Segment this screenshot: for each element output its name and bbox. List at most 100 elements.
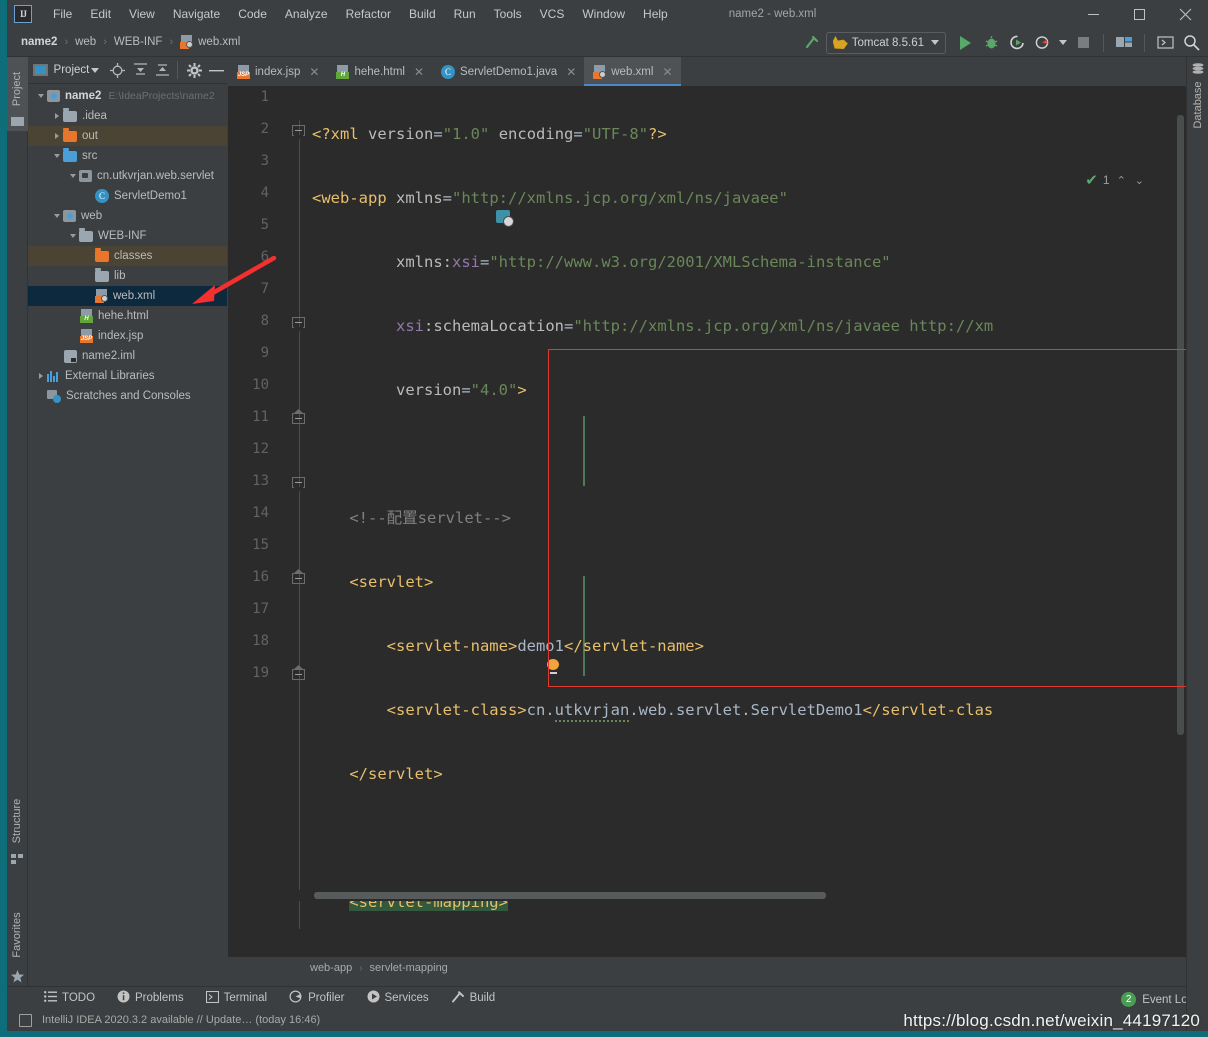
menu-item-refactor[interactable]: Refactor — [337, 3, 400, 25]
minimize-button[interactable] — [1070, 0, 1116, 28]
settings-gear-icon[interactable] — [184, 59, 205, 81]
tree-label: cn.utkvrjan.web.servlet — [97, 170, 214, 182]
run-with-coverage-icon[interactable] — [1004, 31, 1030, 55]
chevron-down-icon[interactable] — [91, 68, 99, 73]
chevron-down-icon[interactable]: ⌄ — [1133, 174, 1146, 187]
expand-all-icon[interactable] — [130, 59, 151, 81]
menu-item-run[interactable]: Run — [445, 3, 485, 25]
tool-button-build[interactable]: Build — [440, 987, 507, 1010]
chevron-down-icon[interactable] — [34, 90, 47, 103]
tree-item-name2iml[interactable]: name2.iml — [28, 346, 227, 366]
tree-item-external-libraries[interactable]: External Libraries — [28, 366, 227, 386]
intention-bulb-icon[interactable] — [546, 659, 560, 674]
collapse-all-icon[interactable] — [152, 59, 173, 81]
rail-button-database[interactable]: Database — [1187, 57, 1208, 157]
tool-button-services[interactable]: Services — [356, 987, 440, 1010]
close-icon[interactable]: ✕ — [662, 65, 672, 79]
vertical-scrollbar[interactable] — [1175, 115, 1186, 879]
terminal-icon[interactable] — [1152, 31, 1178, 55]
tree-item-web[interactable]: web — [28, 206, 227, 226]
tree-item-webinf[interactable]: WEB-INF — [28, 226, 227, 246]
chevron-down-icon[interactable] — [50, 150, 63, 163]
search-everywhere-icon[interactable] — [1178, 31, 1204, 55]
rail-button-structure[interactable]: Structure — [7, 785, 28, 871]
folder-icon — [79, 231, 93, 242]
menu-item-analyze[interactable]: Analyze — [276, 3, 337, 25]
editor-breadcrumb-webapp[interactable]: web-app — [310, 962, 352, 974]
menu-item-edit[interactable]: Edit — [81, 3, 120, 25]
web-module-icon — [63, 210, 76, 222]
horizontal-scrollbar[interactable] — [228, 890, 1175, 901]
code-text[interactable]: <?xml version="1.0" encoding="UTF-8"?> <… — [312, 86, 1186, 929]
fold-toggle-webapp[interactable] — [292, 125, 305, 138]
tree-item-servletdemo1[interactable]: C ServletDemo1 — [28, 186, 227, 206]
editor-breadcrumb-servlet-mapping[interactable]: servlet-mapping — [370, 962, 448, 974]
close-button[interactable] — [1162, 0, 1208, 28]
menu-item-window[interactable]: Window — [573, 3, 634, 25]
rail-button-project[interactable]: Project — [7, 57, 28, 131]
tree-item-scratches[interactable]: Scratches and Consoles — [28, 386, 227, 406]
event-log-widget[interactable]: 2 Event Log — [1121, 992, 1194, 1007]
memory-indicator-icon[interactable] — [19, 1014, 32, 1027]
tab-hehe-html[interactable]: H hehe.html ✕ — [327, 57, 432, 86]
menu-item-code[interactable]: Code — [229, 3, 276, 25]
breadcrumb-item-webinf[interactable]: WEB-INF — [114, 36, 163, 48]
menu-item-vcs[interactable]: VCS — [531, 3, 574, 25]
chevron-down-icon[interactable] — [50, 210, 63, 223]
chevron-right-icon[interactable] — [50, 110, 63, 123]
tab-web-xml[interactable]: web.xml ✕ — [584, 57, 680, 86]
tree-item-name2[interactable]: name2 E:\IdeaProjects\name2 — [28, 86, 227, 106]
close-icon[interactable]: ✕ — [309, 65, 319, 79]
project-view-icon[interactable] — [30, 59, 51, 81]
tree-item-src[interactable]: src — [28, 146, 227, 166]
run-icon[interactable] — [952, 31, 978, 55]
tree-item-package[interactable]: cn.utkvrjan.web.servlet — [28, 166, 227, 186]
breadcrumb-item-webxml[interactable]: web.xml — [198, 36, 240, 48]
menu-item-help[interactable]: Help — [634, 3, 677, 25]
chevron-right-icon[interactable] — [50, 130, 63, 143]
project-structure-icon[interactable] — [1111, 31, 1137, 55]
chevron-down-icon[interactable] — [66, 170, 79, 183]
breadcrumb-item-web[interactable]: web — [75, 36, 96, 48]
menu-item-view[interactable]: View — [120, 3, 164, 25]
tool-button-profiler[interactable]: Profiler — [278, 987, 355, 1010]
tree-item-out[interactable]: out — [28, 126, 227, 146]
editor-tab-bar: JSP index.jsp ✕ H hehe.html ✕ C ServletD… — [228, 57, 1186, 86]
chevron-right-icon[interactable] — [34, 370, 47, 383]
menu-item-tools[interactable]: Tools — [485, 3, 531, 25]
close-icon[interactable]: ✕ — [566, 65, 576, 79]
tool-button-problems[interactable]: Problems — [106, 987, 195, 1010]
code-editor[interactable]: 1 2 3 4 5 6 7 8 9 10 11 12 13 14 15 16 1… — [228, 86, 1186, 929]
tool-button-todo[interactable]: TODO — [33, 987, 106, 1010]
fold-toggle-servlet[interactable] — [292, 317, 305, 330]
menu-item-build[interactable]: Build — [400, 3, 445, 25]
run-configuration-selector[interactable]: Tomcat 8.5.61 — [826, 32, 946, 54]
fold-toggle-servlet-mapping-end[interactable] — [292, 573, 305, 586]
locate-icon[interactable] — [107, 59, 128, 81]
close-icon[interactable]: ✕ — [414, 65, 424, 79]
tab-index-jsp[interactable]: JSP index.jsp ✕ — [228, 57, 327, 86]
build-hammer-icon[interactable] — [800, 31, 826, 55]
debug-icon[interactable] — [978, 31, 1004, 55]
tree-label: Scratches and Consoles — [66, 390, 191, 402]
fold-toggle-webapp-end[interactable] — [292, 669, 305, 682]
breadcrumb-item-project[interactable]: name2 — [21, 36, 57, 48]
tree-item-idea[interactable]: .idea — [28, 106, 227, 126]
hide-panel-icon[interactable] — [206, 59, 227, 81]
tab-servletdemo1-java[interactable]: C ServletDemo1.java ✕ — [432, 57, 584, 86]
profile-icon[interactable] — [1030, 31, 1056, 55]
stop-icon — [1070, 31, 1096, 55]
code-line-10: <servlet-class>cn.utkvrjan.web.servlet.S… — [312, 694, 1186, 726]
fold-toggle-servlet-end[interactable] — [292, 413, 305, 426]
inspection-widget[interactable]: ✔ 1 ⌃ ⌄ — [1085, 171, 1146, 189]
fold-toggle-servlet-mapping[interactable] — [292, 477, 305, 490]
tool-button-terminal[interactable]: Terminal — [195, 987, 278, 1010]
tree-item-indexjsp[interactable]: JSP index.jsp — [28, 326, 227, 346]
profile-dropdown-icon[interactable] — [1056, 31, 1070, 55]
chevron-up-icon[interactable]: ⌃ — [1115, 174, 1128, 187]
menu-item-navigate[interactable]: Navigate — [164, 3, 229, 25]
chevron-down-icon[interactable] — [66, 230, 79, 243]
menu-item-file[interactable]: File — [44, 3, 81, 25]
rail-button-favorites[interactable]: Favorites — [7, 899, 28, 991]
maximize-button[interactable] — [1116, 0, 1162, 28]
